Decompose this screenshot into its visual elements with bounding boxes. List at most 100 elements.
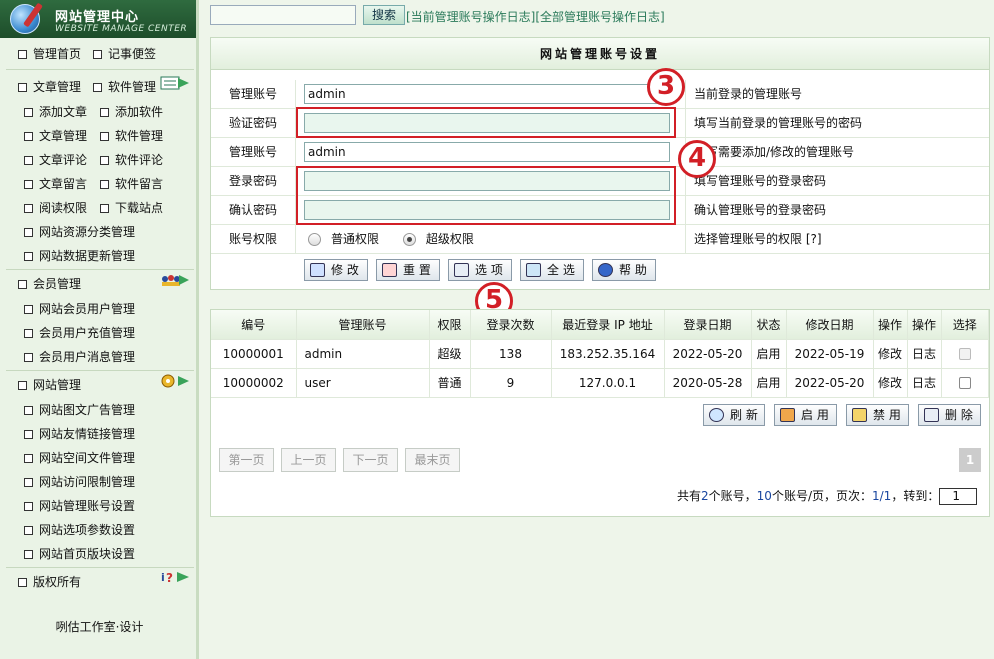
button-label: 全 选: [547, 263, 575, 277]
divider: [6, 69, 194, 70]
square-icon: [24, 228, 33, 237]
disable-button[interactable]: 禁 用: [846, 404, 909, 426]
goto-page-input[interactable]: 1: [939, 488, 978, 505]
sidebar-item-label: 网站数据更新管理: [39, 249, 136, 263]
sidebar-item-software-manage[interactable]: 软件管理: [100, 125, 163, 147]
pager-text: 个账号/页，页次：: [771, 489, 872, 503]
sidebar-item-label: 会员管理: [33, 277, 82, 291]
log-link[interactable]: 日志: [907, 339, 942, 369]
square-icon: [24, 502, 33, 511]
square-icon: [18, 381, 27, 390]
sidebar: 网站管理中心 WEBSITE MANAGE CENTER 管理首页 记事便签 文…: [0, 0, 199, 659]
square-icon: [24, 204, 33, 213]
sidebar-cat-article[interactable]: 文章管理: [18, 76, 81, 98]
sidebar-cat-copyright[interactable]: 版权所有: [18, 571, 81, 593]
sidebar-item-software-comment[interactable]: 软件评论: [100, 149, 163, 171]
sidebar-item-read-permission[interactable]: 阅读权限: [24, 197, 87, 219]
sidebar-item-download-site[interactable]: 下载站点: [100, 197, 163, 219]
sidebar-item-label: 网站空间文件管理: [39, 451, 136, 465]
row-checkbox[interactable]: [958, 377, 971, 389]
sidebar-cat-member[interactable]: 会员管理: [18, 273, 81, 295]
current-log-link[interactable]: [当前管理账号操作日志]: [406, 10, 535, 24]
cell-account: admin: [296, 339, 430, 369]
options-button[interactable]: 选 项: [448, 259, 512, 281]
col-header: 操作: [873, 310, 908, 340]
square-icon: [100, 204, 109, 213]
target-account-field[interactable]: admin: [304, 142, 670, 162]
sidebar-item-label: 记事便签: [108, 47, 157, 61]
sidebar-item-add-article[interactable]: 添加文章: [24, 101, 87, 123]
search-button[interactable]: 搜索: [363, 5, 405, 25]
sidebar-item-site-ads[interactable]: 网站图文广告管理: [24, 399, 135, 421]
enable-button[interactable]: 启 用: [774, 404, 837, 426]
sidebar-item-site-access[interactable]: 网站访问限制管理: [24, 471, 135, 493]
select-all-button[interactable]: 全 选: [520, 259, 584, 281]
sidebar-item-home[interactable]: 管理首页: [18, 43, 81, 65]
sidebar-item-member-messages[interactable]: 会员用户消息管理: [24, 346, 135, 368]
last-page-button[interactable]: 最末页: [405, 448, 460, 472]
all-log-link[interactable]: [全部管理账号操作日志]: [535, 10, 664, 24]
first-page-button[interactable]: 第一页: [219, 448, 274, 472]
search-input[interactable]: [210, 5, 356, 25]
cell-modified-date: 2022-05-19: [786, 339, 874, 369]
form-row: 管理账号 admin 当前登录的管理账号: [211, 80, 989, 109]
radio-super[interactable]: 超级权限: [402, 232, 474, 246]
current-page-badge[interactable]: 1: [959, 448, 981, 472]
sidebar-item-article-message[interactable]: 文章留言: [24, 173, 87, 195]
square-icon: [24, 353, 33, 362]
row-checkbox[interactable]: [958, 348, 971, 360]
current-account-field[interactable]: admin: [304, 84, 670, 104]
sidebar-item-data-update[interactable]: 网站数据更新管理: [24, 245, 135, 267]
prev-page-button[interactable]: 上一页: [281, 448, 336, 472]
square-icon: [100, 156, 109, 165]
log-link[interactable]: 日志: [907, 368, 942, 398]
sidebar-item-article-manage[interactable]: 文章管理: [24, 125, 87, 147]
help-button[interactable]: 帮 助: [592, 259, 656, 281]
sidebar-item-add-software[interactable]: 添加软件: [100, 101, 163, 123]
sidebar-item-article-comment[interactable]: 文章评论: [24, 149, 87, 171]
sidebar-item-resource-category[interactable]: 网站资源分类管理: [24, 221, 135, 243]
sidebar-item-site-homepage[interactable]: 网站首页版块设置: [24, 543, 135, 565]
col-header: 选择: [941, 310, 989, 340]
cell-permission: 超级: [429, 339, 471, 369]
field-hint: 当前登录的管理账号: [685, 80, 802, 109]
col-header: 登录次数: [470, 310, 552, 340]
sidebar-item-label: 网站资源分类管理: [39, 225, 136, 239]
sidebar-item-software-message[interactable]: 软件留言: [100, 173, 163, 195]
sidebar-item-label: 软件管理: [115, 129, 164, 143]
sidebar-item-site-files[interactable]: 网站空间文件管理: [24, 447, 135, 469]
reset-button[interactable]: 重 置: [376, 259, 440, 281]
form-row: 账号权限 普通权限 超级权限 选择管理账号的权限 [?]: [211, 225, 989, 254]
sidebar-item-member-recharge[interactable]: 会员用户充值管理: [24, 322, 135, 344]
modify-link[interactable]: 修改: [873, 368, 908, 398]
edit-icon: [310, 263, 325, 277]
sidebar-item-member-users[interactable]: 网站会员用户管理: [24, 298, 135, 320]
sidebar-item-label: 版权所有: [33, 575, 82, 589]
sidebar-item-label: 阅读权限: [39, 201, 88, 215]
sidebar-item-label: 网站管理: [33, 378, 82, 392]
modify-button[interactable]: 修 改: [304, 259, 368, 281]
next-page-button[interactable]: 下一页: [343, 448, 398, 472]
sidebar-cat-site[interactable]: 网站管理: [18, 374, 81, 396]
sidebar-item-site-links[interactable]: 网站友情链接管理: [24, 423, 135, 445]
sidebar-cat-software[interactable]: 软件管理: [93, 76, 156, 98]
highlight-box: [296, 166, 676, 225]
button-label: 删 除: [945, 408, 973, 422]
square-icon: [24, 329, 33, 338]
square-icon: [18, 83, 27, 92]
radio-normal[interactable]: 普通权限: [308, 232, 379, 246]
delete-button[interactable]: 删 除: [918, 404, 981, 426]
col-header: 状态: [751, 310, 787, 340]
cell-ip: 127.0.0.1: [551, 368, 665, 398]
sidebar-item-label: 文章评论: [39, 153, 88, 167]
button-label: 修 改: [331, 263, 359, 277]
sidebar-item-label: 软件留言: [115, 177, 164, 191]
enable-icon: [780, 408, 795, 422]
modify-link[interactable]: 修改: [873, 339, 908, 369]
refresh-button[interactable]: 刷 新: [703, 404, 765, 426]
sidebar-item-notes[interactable]: 记事便签: [93, 43, 156, 65]
sidebar-item-site-accounts[interactable]: 网站管理账号设置: [24, 495, 135, 517]
square-icon: [100, 180, 109, 189]
cell-modified-date: 2022-05-20: [786, 368, 874, 398]
sidebar-item-site-options[interactable]: 网站选项参数设置: [24, 519, 135, 541]
